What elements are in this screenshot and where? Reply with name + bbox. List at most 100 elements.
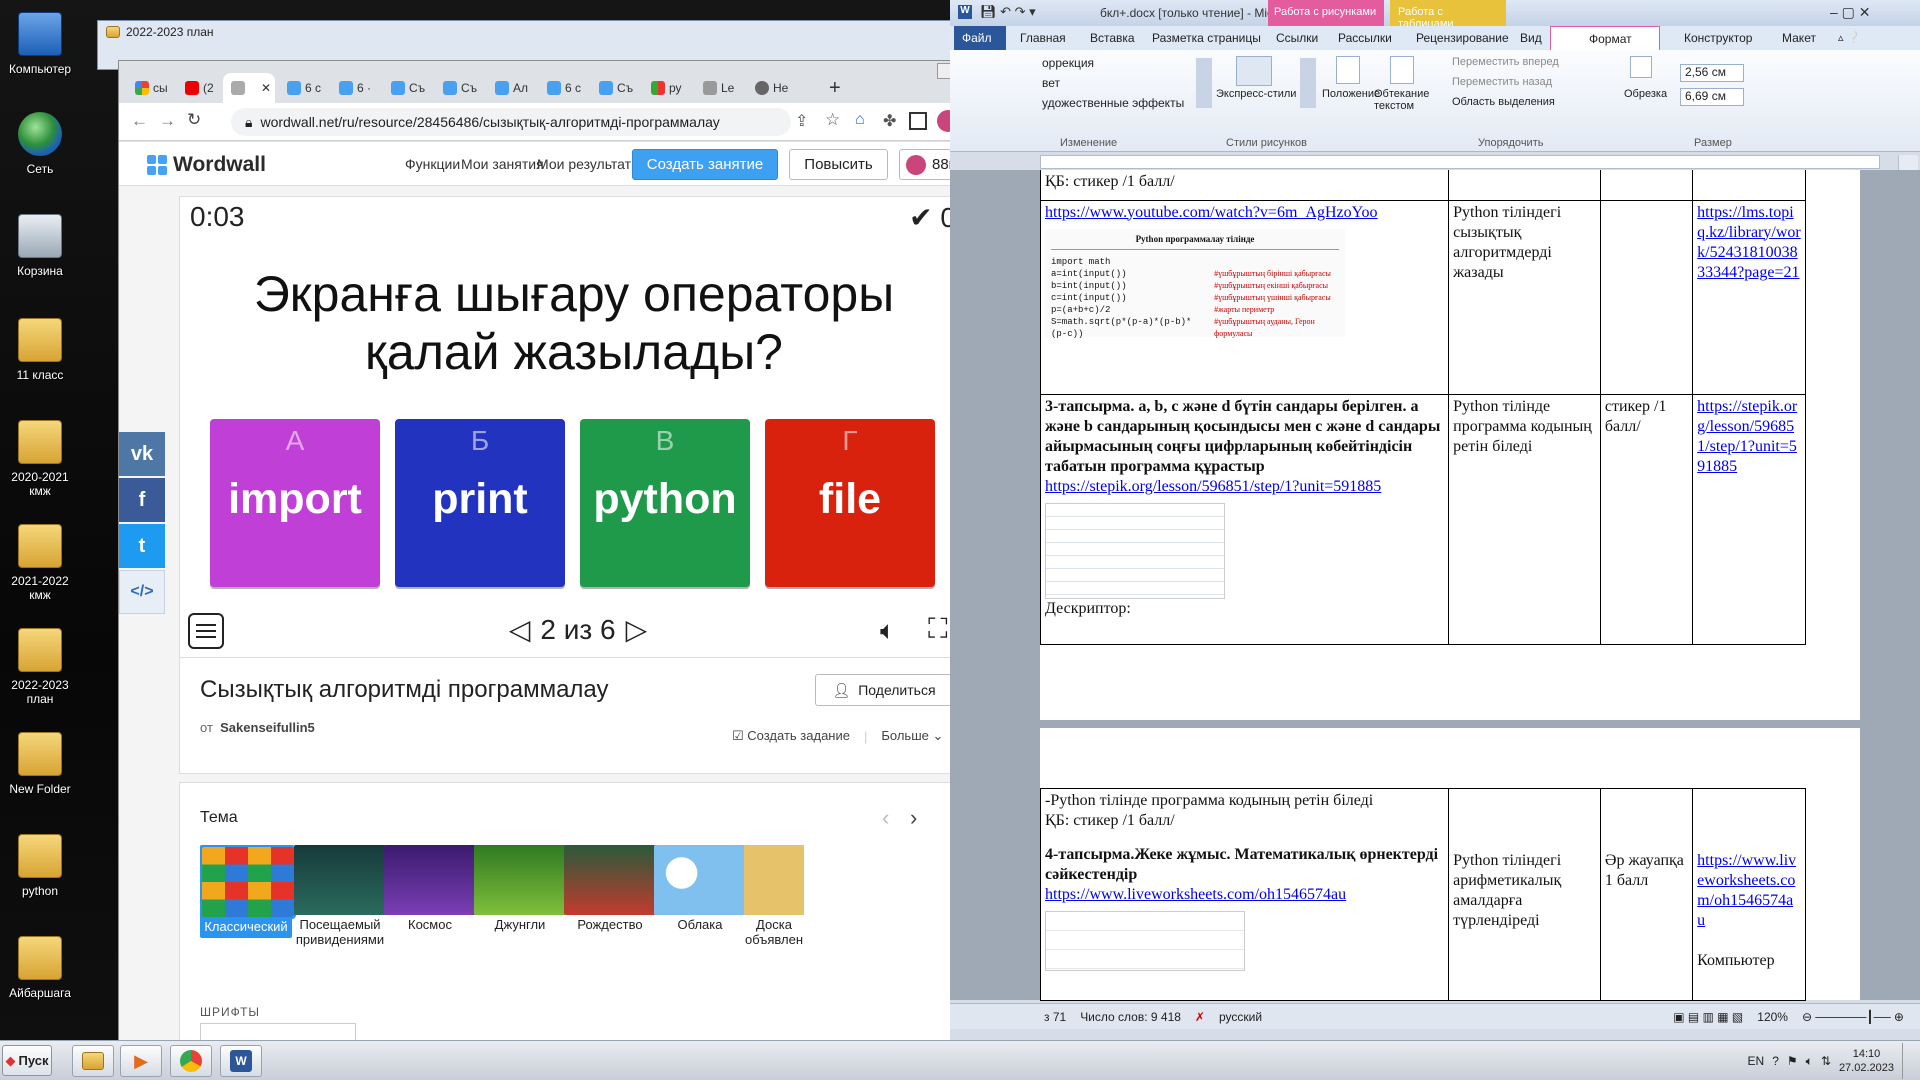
browser-tab[interactable]: (2 [177,73,227,103]
youtube-link[interactable]: https://www.youtube.com/watch?v=6m_AgHzo… [1045,204,1378,221]
tab-references[interactable]: Ссылки [1276,31,1318,45]
stepik-link[interactable]: https://stepik.org/lesson/596851/step/1?… [1697,398,1797,475]
express-styles-icon[interactable] [1236,56,1272,86]
browser-tab[interactable]: 6 с [279,73,329,103]
height-input[interactable]: 2,56 см [1680,64,1744,82]
nav-features[interactable]: Функции [405,156,460,172]
browser-tab[interactable]: Le [695,73,745,103]
start-button[interactable]: ◆ Пуск [2,1045,52,1076]
forward-icon[interactable]: → [159,111,176,131]
desktop-icon-network[interactable]: Сеть [0,112,80,176]
create-task-link[interactable]: ☑ Создать задание [732,728,850,744]
browser-tab[interactable]: 6 · [331,73,381,103]
theme-board[interactable]: Доска объявлен [744,845,804,947]
desktop-icon-computer[interactable]: Компьютер [0,12,80,76]
browser-tab[interactable]: ру [643,73,693,103]
answer-d[interactable]: Гfile [765,419,935,587]
chevron-left-icon[interactable]: ‹ [882,805,889,831]
desktop-icon-folder[interactable]: Айбаршага [0,936,80,1000]
stepik-link[interactable]: https://stepik.org/lesson/596851/step/1?… [1045,478,1381,495]
tab-insert[interactable]: Вставка [1090,31,1135,45]
zoom-slider[interactable]: ⊖ ──────┃── ⊕ [1802,1010,1920,1024]
share-icon[interactable]: ⇪ [795,111,808,131]
browser-window[interactable]: сы (2 ✕ 6 с 6 · Съ Съ Ал 6 с Съ ру Le Не… [118,60,1037,1041]
back-icon[interactable]: ← [131,111,148,131]
language[interactable]: русский [1219,1010,1262,1024]
theme-christmas[interactable]: Рождество [564,845,656,932]
liveworksheets-link[interactable]: https://www.liveworksheets.com/oh1546574… [1045,886,1346,903]
page-count[interactable]: з 71 [1044,1010,1066,1024]
correction-button[interactable]: оррекция [1042,56,1094,70]
theme-clouds[interactable]: Облака [654,845,746,932]
share-button[interactable]: 👤︎ Поделиться [815,674,953,706]
upgrade-button[interactable]: Повысить [789,149,888,180]
liveworksheets-link[interactable]: https://www.liveworksheets.com/oh1546574… [1697,852,1796,929]
browser-tab[interactable]: Не [747,73,797,103]
lms-link[interactable]: https://lms.topiq.kz/library/work/524318… [1697,204,1801,281]
theme-haunted[interactable]: Посещаемый привидениями [294,845,386,947]
send-backward-button[interactable]: Переместить назад [1452,76,1552,88]
desktop-icon-folder[interactable]: 11 класс [0,318,80,382]
speaker-icon[interactable]: 🔈︎ [1806,1054,1813,1069]
tab-layout[interactable]: Разметка страницы [1152,31,1261,45]
theme-space[interactable]: Космос [384,845,476,932]
color-button[interactable]: вет [1042,76,1060,90]
browser-tab[interactable]: Ал [487,73,537,103]
desktop-icon-folder[interactable]: 2020-2021 кмж [0,420,80,498]
tab-file[interactable]: Файл [954,26,1006,50]
browser-tab[interactable]: сы [127,73,177,103]
tab-table-layout[interactable]: Макет [1782,31,1816,45]
word-taskbar-button[interactable]: W [220,1045,262,1077]
reload-icon[interactable]: ↻ [187,110,201,130]
answer-b[interactable]: Бprint [395,419,565,587]
crop-icon[interactable] [1630,56,1652,78]
chrome-taskbar-button[interactable] [170,1045,212,1077]
answer-c[interactable]: Вpython [580,419,750,587]
new-tab-button[interactable]: + [821,73,871,103]
window-controls[interactable]: ‒ ▢ ✕ [1830,4,1871,21]
theme-classic[interactable]: Классический [200,845,296,938]
answer-a[interactable]: Аimport [210,419,380,587]
nav-my-results[interactable]: Мои результаты [537,156,641,172]
bookmark-star-icon[interactable]: ☆ [825,110,840,130]
next-triangle-icon[interactable]: ▷ [626,613,648,646]
artistic-effects-button[interactable]: удожественные эффекты [1042,96,1184,110]
word-window[interactable]: W 💾︎ ↶ ↷ ▾ бкл+.docx [только чтение] - M… [950,0,1920,1040]
browser-tab[interactable]: Съ [591,73,641,103]
author-link[interactable]: Sakenseifullin5 [220,720,315,735]
view-buttons[interactable]: ▣ ▤ ▥ ▦ ▧ [1673,1010,1743,1024]
position-icon[interactable] [1336,56,1360,84]
media-player-taskbar-button[interactable]: ▶ [120,1045,162,1077]
desktop-icon-recycle-bin[interactable]: Корзина [0,214,80,278]
embed-button[interactable]: </> [119,570,165,614]
show-desktop-button[interactable] [1902,1043,1912,1079]
help-icon[interactable]: ? [1772,1054,1779,1068]
browser-tab[interactable]: 6 с [539,73,589,103]
facebook-share-button[interactable]: f [119,478,165,522]
menu-icon[interactable] [188,613,224,649]
tab-view[interactable]: Вид [1520,31,1542,45]
style-icons[interactable] [1300,58,1316,108]
ruler[interactable] [1040,155,1880,169]
quick-access-icons[interactable]: 💾︎ ↶ ↷ ▾ [980,4,1036,20]
help-icon[interactable]: ▵ ❔ [1838,31,1860,44]
nav-my-activities[interactable]: Мои занятия [461,156,544,172]
browser-tab-active[interactable]: ✕ [223,73,275,103]
desktop-icon-folder[interactable]: New Folder [0,732,80,796]
browser-tab[interactable]: Съ [383,73,433,103]
tab-format[interactable]: Формат [1550,26,1660,50]
vk-share-button[interactable]: vk [119,432,165,476]
fullscreen-icon[interactable]: ⛶ [928,613,948,646]
extension-icon[interactable]: ⌂ [855,111,865,129]
language-indicator[interactable]: EN [1748,1054,1765,1068]
address-bar[interactable]: 🔒︎ wordwall.net/ru/resource/28456486/сыз… [231,108,791,136]
tab-home[interactable]: Главная [1020,31,1066,45]
width-input[interactable]: 6,69 см [1680,88,1744,106]
bring-forward-button[interactable]: Переместить вперед [1452,56,1559,68]
zoom-level[interactable]: 120% [1757,1010,1788,1024]
adjust-icons[interactable] [1196,58,1212,108]
browser-tab[interactable]: Съ [435,73,485,103]
tab-review[interactable]: Рецензирование [1416,31,1509,45]
desktop-icon-folder[interactable]: 2022-2023 план [0,628,80,706]
desktop-icon-folder[interactable]: 2021-2022 кмж [0,524,80,602]
